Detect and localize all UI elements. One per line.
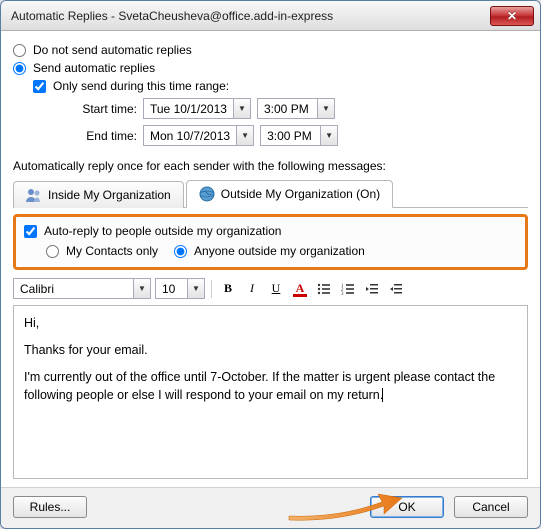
italic-button[interactable]: I (242, 279, 262, 299)
chevron-down-icon[interactable]: ▼ (233, 98, 251, 119)
body-message: I'm currently out of the office until 7-… (24, 370, 495, 403)
send-radio[interactable] (13, 62, 26, 75)
underline-button[interactable]: U (266, 279, 286, 299)
rules-label: Rules... (30, 500, 71, 514)
globe-icon (199, 186, 215, 202)
font-family-value: Calibri (13, 278, 133, 299)
contacts-only-radio[interactable] (46, 245, 59, 258)
font-size-combo[interactable]: 10 ▼ (155, 278, 205, 299)
numbered-list-button[interactable]: 123 (338, 279, 358, 299)
ok-button[interactable]: OK (370, 496, 444, 518)
outside-scope-radios: My Contacts only Anyone outside my organ… (46, 242, 517, 260)
contacts-only-option[interactable]: My Contacts only (46, 244, 158, 258)
start-time-combo[interactable]: 3:00 PM ▼ (257, 98, 335, 119)
anyone-outside-option[interactable]: Anyone outside my organization (174, 244, 365, 258)
start-time-value: 3:00 PM (257, 98, 317, 119)
start-time-label: Start time: (73, 102, 137, 116)
anyone-outside-label: Anyone outside my organization (194, 244, 365, 258)
bullet-list-icon (317, 282, 331, 296)
button-bar: Rules... OK Cancel (1, 487, 540, 528)
font-color-button[interactable]: A (290, 279, 310, 299)
tab-inside-org[interactable]: Inside My Organization (13, 181, 184, 208)
do-not-send-option[interactable]: Do not send automatic replies (13, 43, 528, 57)
close-button[interactable]: ✕ (490, 6, 534, 26)
outdent-button[interactable] (362, 279, 382, 299)
do-not-send-label: Do not send automatic replies (33, 43, 192, 57)
body-thanks: Thanks for your email. (24, 341, 517, 360)
anyone-outside-radio[interactable] (174, 245, 187, 258)
window-title: Automatic Replies - SvetaCheusheva@offic… (11, 9, 490, 23)
automatic-replies-dialog: Automatic Replies - SvetaCheusheva@offic… (0, 0, 541, 529)
outdent-icon (365, 282, 379, 296)
end-date-combo[interactable]: Mon 10/7/2013 ▼ (143, 125, 254, 146)
titlebar: Automatic Replies - SvetaCheusheva@offic… (1, 1, 540, 31)
autoreply-outside-checkbox[interactable] (24, 225, 37, 238)
chevron-down-icon[interactable]: ▼ (133, 278, 151, 299)
end-date-value: Mon 10/7/2013 (143, 125, 236, 146)
bullet-list-button[interactable] (314, 279, 334, 299)
format-toolbar: Calibri ▼ 10 ▼ B I U A 123 (13, 276, 528, 301)
bold-button[interactable]: B (218, 279, 238, 299)
start-date-value: Tue 10/1/2013 (143, 98, 233, 119)
numbered-list-icon: 123 (341, 282, 355, 296)
end-time-value: 3:00 PM (260, 125, 320, 146)
outside-org-options: Auto-reply to people outside my organiza… (13, 214, 528, 270)
start-date-combo[interactable]: Tue 10/1/2013 ▼ (143, 98, 251, 119)
end-time-combo[interactable]: 3:00 PM ▼ (260, 125, 338, 146)
indent-button[interactable] (386, 279, 406, 299)
chevron-down-icon[interactable]: ▼ (187, 278, 205, 299)
auto-reply-section-label: Automatically reply once for each sender… (13, 159, 528, 173)
svg-text:3: 3 (341, 292, 344, 296)
cancel-button[interactable]: Cancel (454, 496, 528, 518)
tab-inside-label: Inside My Organization (48, 188, 171, 202)
tab-outside-label: Outside My Organization (On) (221, 187, 380, 201)
indent-icon (389, 282, 403, 296)
dialog-content: Do not send automatic replies Send autom… (1, 31, 540, 487)
font-size-value: 10 (155, 278, 187, 299)
autoreply-outside-label: Auto-reply to people outside my organiza… (44, 224, 281, 238)
contacts-only-label: My Contacts only (66, 244, 158, 258)
chevron-down-icon[interactable]: ▼ (317, 98, 335, 119)
end-time-row: End time: Mon 10/7/2013 ▼ 3:00 PM ▼ (73, 125, 528, 146)
cancel-label: Cancel (472, 500, 509, 514)
send-option[interactable]: Send automatic replies (13, 61, 528, 75)
chevron-down-icon[interactable]: ▼ (320, 125, 338, 146)
toolbar-separator (211, 280, 212, 298)
start-time-row: Start time: Tue 10/1/2013 ▼ 3:00 PM ▼ (73, 98, 528, 119)
body-greeting: Hi, (24, 314, 517, 333)
only-range-checkbox[interactable] (33, 80, 46, 93)
send-label: Send automatic replies (33, 61, 155, 75)
autoreply-outside-option[interactable]: Auto-reply to people outside my organiza… (24, 224, 517, 238)
only-range-option[interactable]: Only send during this time range: (33, 79, 528, 93)
end-time-label: End time: (73, 129, 137, 143)
people-icon (26, 187, 42, 203)
font-family-combo[interactable]: Calibri ▼ (13, 278, 151, 299)
tab-outside-org[interactable]: Outside My Organization (On) (186, 180, 393, 208)
close-icon: ✕ (507, 9, 517, 23)
rules-button[interactable]: Rules... (13, 496, 87, 518)
chevron-down-icon[interactable]: ▼ (236, 125, 254, 146)
do-not-send-radio[interactable] (13, 44, 26, 57)
ok-label: OK (398, 500, 415, 514)
message-editor[interactable]: Hi, Thanks for your email. I'm currently… (13, 305, 528, 479)
scope-tabs: Inside My Organization Outside My Organi… (13, 179, 528, 208)
only-range-label: Only send during this time range: (53, 79, 229, 93)
